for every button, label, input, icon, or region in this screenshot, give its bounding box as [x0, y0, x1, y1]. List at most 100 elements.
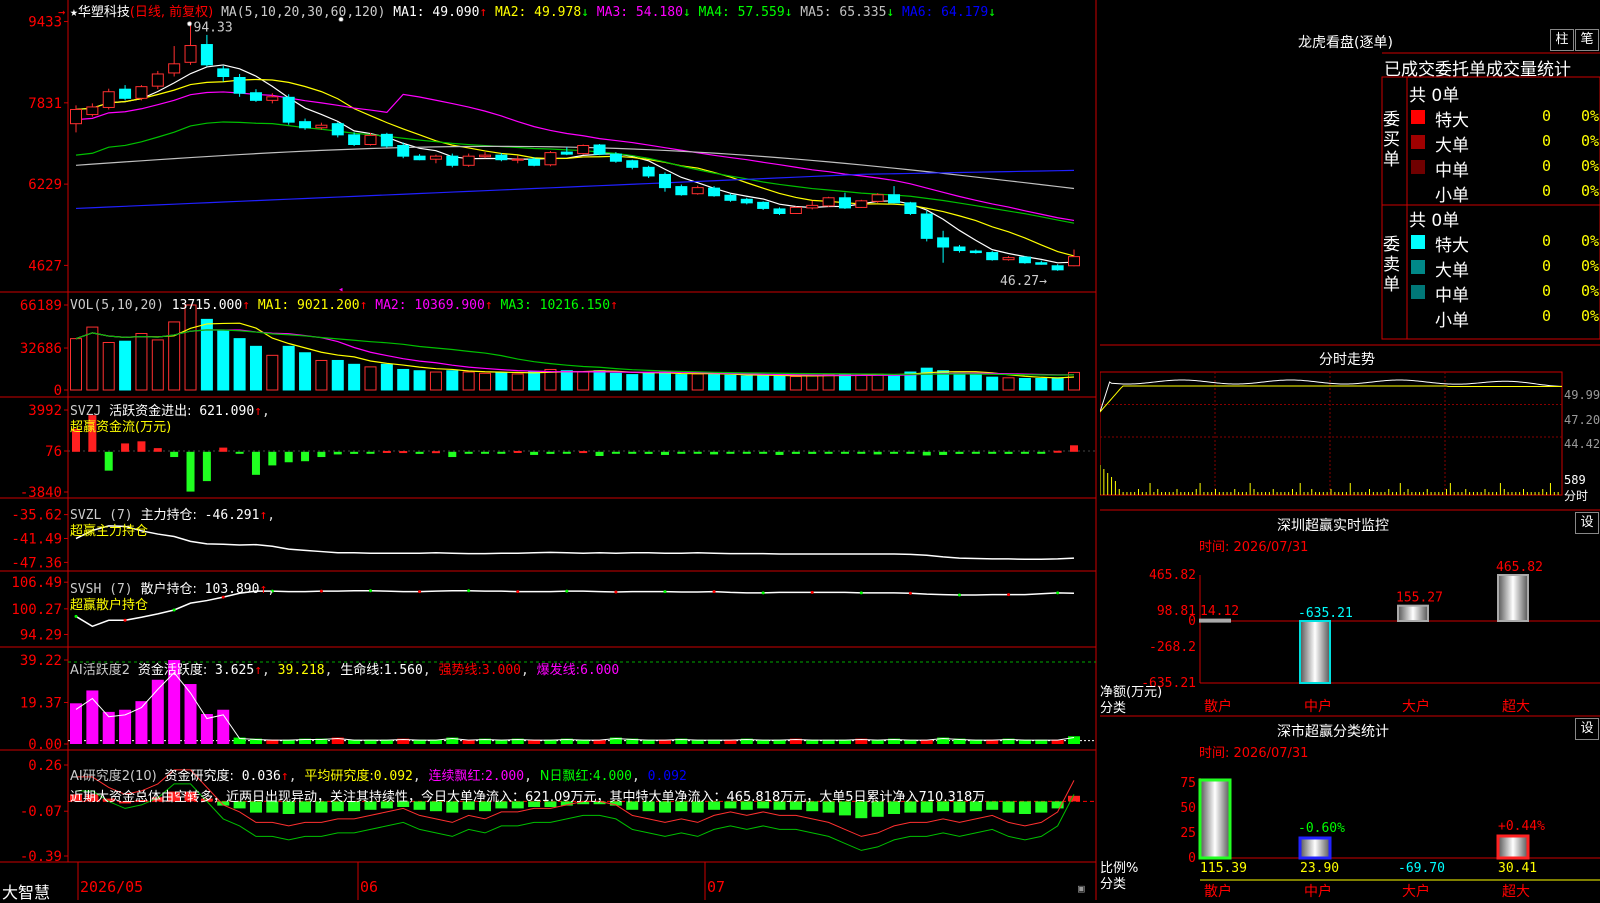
class-axis-label: 75: [1180, 776, 1196, 791]
ai1-header: AI活跃度2 资金活跃度: 3.625↑, 39.218, 生命线:1.560,…: [70, 663, 620, 678]
volume-bar: [495, 372, 508, 391]
class-settings-button[interactable]: 设: [1575, 718, 1599, 740]
vol-ma-3: MA3: 10216.150: [500, 298, 611, 313]
ai2-header: AI研究度2(10) 资金研究度: 0.036↑, 平均研究度:0.092, 连…: [70, 769, 687, 784]
svzj-bar: [808, 451, 817, 454]
sell-row-pct-0: 0%: [1581, 232, 1600, 250]
buy-row-count-1: 0: [1542, 132, 1552, 150]
candle-body: [904, 202, 917, 215]
svzj-bar: [710, 451, 719, 455]
candle-body: [315, 124, 328, 129]
svzj-bar: [1020, 451, 1029, 454]
monitor-axis-label: -268.2: [1149, 640, 1196, 655]
volume-bar: [626, 374, 639, 391]
buy-row-pct-1: 0%: [1581, 132, 1600, 150]
candle-body: [1051, 265, 1064, 271]
sell-row-name-2: 中单: [1435, 286, 1469, 306]
candle-body: [151, 73, 164, 87]
volume-bar: [593, 370, 606, 391]
volume-bar: [397, 368, 410, 391]
ai1-axis-label: 19.37: [20, 696, 62, 712]
date-label: 07: [707, 878, 725, 896]
candle-body: [888, 194, 901, 204]
class-time: 时间: 2026/07/31: [1199, 746, 1309, 761]
cursor-marker-icon: ◂: [338, 285, 343, 295]
candle-body: [609, 153, 622, 162]
svzj-bar: [399, 451, 408, 454]
volume-bar: [871, 373, 884, 391]
bar-toggle-button[interactable]: 柱: [1550, 29, 1574, 51]
candle-body: [724, 194, 737, 201]
svzj-bar: [775, 451, 784, 455]
sell-row-name-0: 特大: [1435, 236, 1469, 256]
buy-total: 共 0单: [1409, 86, 1460, 106]
svsh-subtitle: 超赢散户持仓: [70, 598, 149, 613]
monitor-bar: [1397, 604, 1429, 622]
monitor-time: 时间: 2026/07/31: [1199, 540, 1309, 555]
monitor-settings-button[interactable]: 设: [1575, 512, 1599, 534]
tick-toggle-button[interactable]: 笔: [1575, 29, 1599, 51]
volume-bar: [708, 374, 721, 391]
class-pct-label: -0.60%: [1298, 821, 1345, 836]
intraday-axis-label: 589: [1564, 473, 1586, 487]
volume-bar: [151, 339, 164, 391]
candle-body: [560, 151, 573, 155]
monitor-value-label: 155.27: [1396, 591, 1443, 606]
monitor-bar: [1497, 574, 1529, 622]
intraday-title: 分时走势: [1319, 352, 1375, 368]
svzj-bar: [333, 451, 342, 455]
price-axis-label: 9433: [28, 15, 62, 31]
class-axis-label: 0: [1188, 851, 1196, 866]
svzj-axis-label: -3840: [20, 485, 62, 501]
candle-body: [789, 206, 802, 215]
svzj-axis-label: 3992: [28, 403, 62, 419]
volume-bar: [413, 370, 426, 391]
vol-title: VOL(5,10,20): [70, 298, 164, 313]
sell-row-name-3: 小单: [1435, 311, 1469, 331]
candle-body: [495, 154, 508, 161]
price-header: ★华塑科技(日线, 前复权) MA(5,10,20,30,60,120) MA1…: [70, 1, 996, 20]
svsh-dot: [712, 590, 716, 594]
volume-bar: [577, 371, 590, 391]
volume-bar: [888, 374, 901, 391]
lock-icon: ▣: [1078, 882, 1085, 895]
price-axis-label: 6229: [28, 177, 62, 193]
svzj-bar: [481, 451, 490, 454]
svsh-dot: [663, 590, 667, 594]
monitor-value-label: -635.21: [1298, 606, 1353, 621]
svsh-dot: [319, 589, 323, 593]
svzj-bar: [611, 451, 620, 454]
svzj-bar: [873, 451, 882, 455]
candle-body: [429, 155, 442, 160]
period-label[interactable]: (日线, 前复权): [130, 5, 213, 20]
class-bar: [1198, 778, 1232, 860]
monitor-axis-label: 0: [1188, 614, 1196, 629]
svzj-bar: [595, 451, 604, 456]
svsh-dot: [859, 591, 863, 595]
candle-body: [969, 250, 982, 254]
svzj-bar: [301, 451, 310, 462]
candle-body: [838, 197, 851, 209]
svzj-bar: [219, 447, 228, 452]
candle-body: [479, 154, 492, 158]
svzj-bar: [1037, 451, 1046, 454]
candle-body: [282, 96, 295, 123]
candle-body: [413, 155, 426, 161]
svzl-axis-label: -35.62: [11, 508, 62, 524]
svsh-axis-label: 106.49: [11, 575, 62, 591]
candle-body: [822, 197, 835, 207]
stats-title: 已成交委托单成交量统计: [1384, 60, 1571, 80]
candle-body: [658, 173, 671, 189]
volume-bar: [1002, 377, 1015, 391]
svzj-bar: [317, 451, 326, 458]
volume-bar: [249, 345, 262, 391]
volume-bar: [102, 341, 115, 391]
app-logo: 大智慧: [2, 883, 51, 902]
candle-body: [135, 86, 148, 99]
volume-bar: [119, 340, 132, 391]
svsh-dot: [810, 590, 814, 594]
volume-bar: [691, 373, 704, 391]
svzl-subtitle: 超赢主力持仓: [70, 524, 149, 539]
candle-body: [364, 134, 377, 145]
candle-body: [740, 198, 753, 204]
